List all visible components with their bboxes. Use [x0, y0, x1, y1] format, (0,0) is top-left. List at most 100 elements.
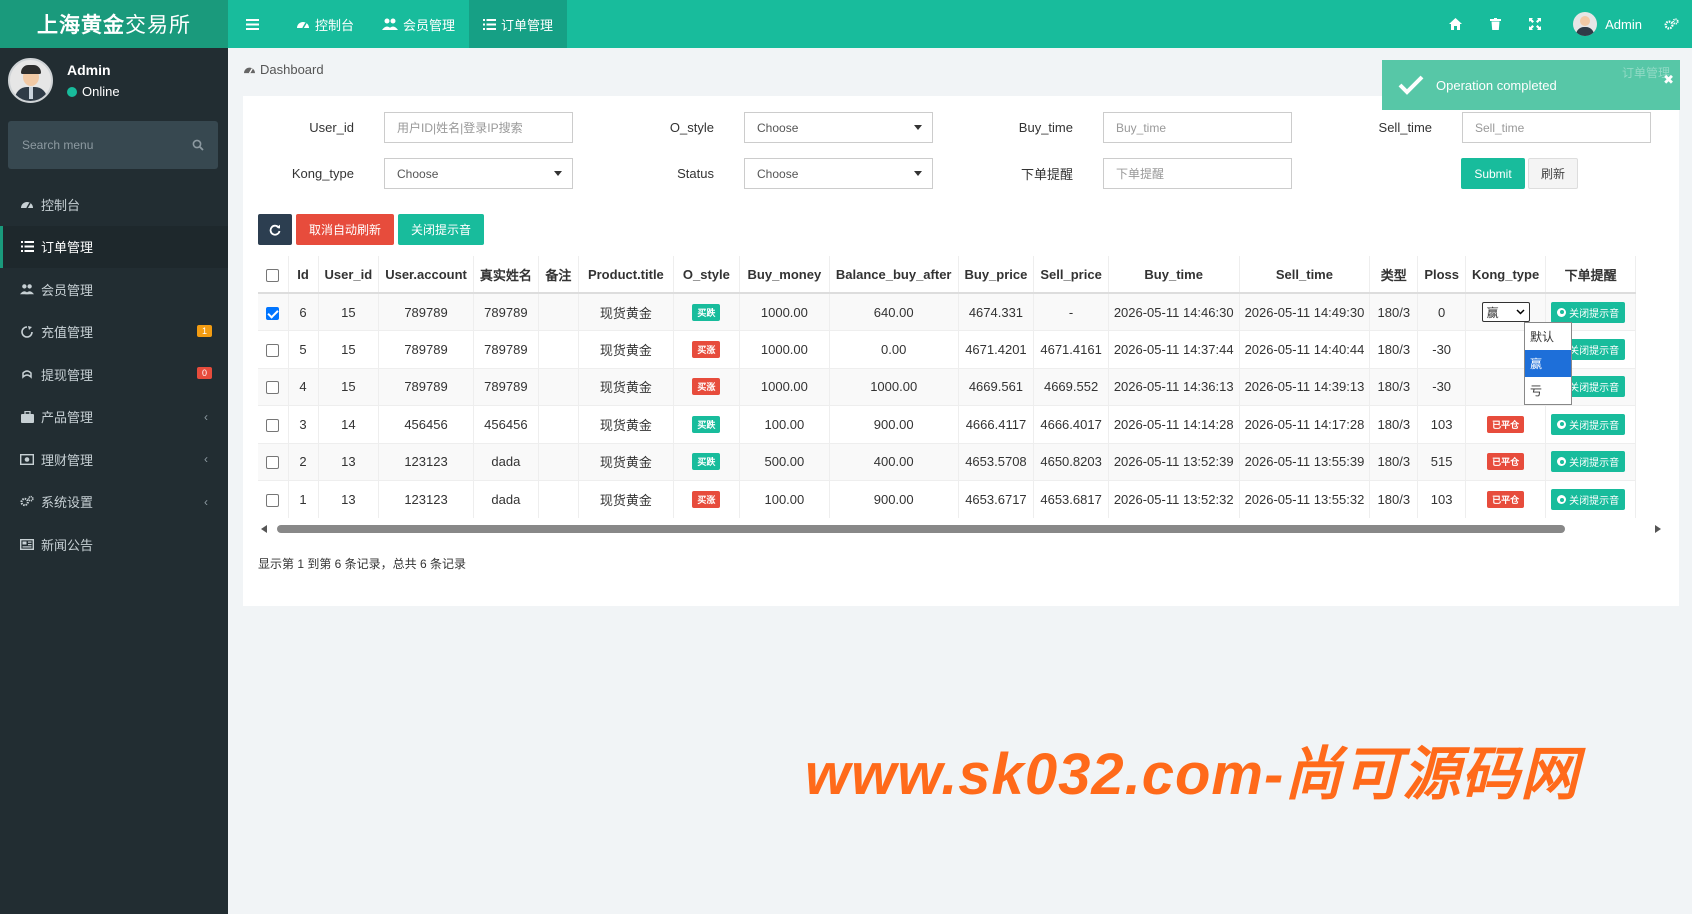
sidebar-item-3[interactable]: 充值管理 1	[0, 311, 228, 354]
search-menu-input[interactable]: Search menu	[8, 121, 218, 169]
row-checkbox[interactable]	[266, 306, 280, 320]
tab-dashboard[interactable]: 控制台	[282, 0, 368, 48]
briefcase-icon	[20, 410, 34, 424]
scrollbar-thumb[interactable]	[277, 525, 1565, 533]
dropdown-option[interactable]: 默认	[1525, 323, 1571, 350]
home-button[interactable]	[1435, 18, 1475, 30]
select-all-checkbox[interactable]	[266, 268, 280, 282]
cell-sell-price: -	[1033, 292, 1109, 331]
cell-buy-time: 2026-05-11 14:46:30	[1108, 292, 1240, 331]
breadcrumb-text[interactable]: Dashboard	[260, 62, 324, 77]
dropdown-option[interactable]: 赢	[1525, 350, 1571, 377]
column-header[interactable]: Balance_buy_after	[829, 256, 959, 294]
sidebar-item-5[interactable]: 产品管理 ‹	[0, 396, 228, 439]
sidebar-item-4[interactable]: 提现管理 0	[0, 353, 228, 396]
cell-kong-type: 已平仓	[1465, 442, 1547, 481]
table-row[interactable]: 1 13 123123 dada 现货黄金 买涨 100.00 900.00 4653.6717…	[258, 480, 1637, 518]
close-reminder-button[interactable]: 关闭提示音	[1551, 413, 1626, 435]
cell-ploss: -30	[1417, 330, 1466, 368]
row-checkbox[interactable]	[266, 343, 280, 357]
table-horizontal-scrollbar[interactable]	[257, 522, 1665, 536]
scroll-right-icon[interactable]	[1654, 525, 1661, 533]
settings-button[interactable]	[1656, 17, 1686, 31]
sell-time-input[interactable]: Sell_time	[1462, 112, 1651, 143]
cell-buy-price: 4666.4117	[958, 405, 1035, 443]
pagination-info: 显示第 1 到第 6 条记录，总共 6 条记录	[258, 557, 467, 571]
sidebar-item-label: 新闻公告	[41, 537, 94, 553]
search-icon[interactable]	[192, 139, 204, 151]
table-row[interactable]: 6 15 789789 789789 现货黄金 买跌 1000.00 640.00 4674.3…	[258, 292, 1637, 331]
tab-orders[interactable]: 订单管理	[469, 0, 568, 48]
column-header[interactable]: 真实姓名	[473, 256, 539, 294]
column-header[interactable]: Sell_price	[1033, 256, 1109, 294]
row-checkbox[interactable]	[266, 381, 280, 395]
close-sound-button[interactable]: 关闭提示音	[398, 214, 484, 245]
buy-time-input[interactable]: Buy_time	[1103, 112, 1292, 143]
column-header[interactable]: 备注	[538, 256, 579, 294]
cell-user-id: 15	[318, 330, 380, 368]
column-header[interactable]: Id	[288, 256, 319, 294]
tab-members[interactable]: 会员管理	[368, 0, 469, 48]
cell-sell-price: 4650.8203	[1033, 442, 1109, 481]
row-checkbox[interactable]	[266, 456, 280, 470]
closed-position-badge: 已平仓	[1487, 415, 1525, 433]
refresh-icon	[269, 224, 281, 236]
sidebar-item-label: 会员管理	[41, 282, 94, 298]
sidebar-item-8[interactable]: 新闻公告	[0, 523, 228, 566]
fullscreen-button[interactable]	[1515, 18, 1555, 30]
table-row[interactable]: 2 13 123123 dada 现货黄金 买跌 500.00 400.00 4653.5708…	[258, 442, 1637, 481]
sidebar-item-2[interactable]: 会员管理	[0, 268, 228, 311]
table-row[interactable]: 5 15 789789 789789 现货黄金 买涨 1000.00 0.00 4671.420…	[258, 330, 1637, 368]
sidebar-toggle-button[interactable]	[228, 0, 282, 48]
cell-sell-price: 4671.4161	[1033, 330, 1109, 368]
column-header[interactable]: O_style	[673, 256, 740, 294]
column-header[interactable]: Kong_type	[1465, 256, 1547, 294]
cell-account: 123123	[378, 480, 474, 518]
user-menu[interactable]: Admin	[1555, 12, 1656, 36]
o-style-select[interactable]: Choose	[744, 112, 933, 143]
cell-sell-price: 4669.552	[1033, 367, 1109, 406]
refresh-button[interactable]	[258, 214, 292, 245]
column-header[interactable]: User_id	[318, 256, 380, 294]
cell-o-style: 买涨	[673, 480, 740, 518]
sidebar-item-6[interactable]: 理财管理 ‹	[0, 438, 228, 481]
close-reminder-button[interactable]: 关闭提示音	[1551, 489, 1626, 510]
reminder-input[interactable]: 下单提醒	[1103, 158, 1292, 189]
sidebar-item-0[interactable]: 控制台	[0, 183, 228, 226]
column-header[interactable]: Sell_time	[1239, 256, 1371, 294]
close-icon[interactable]: ✖	[1663, 72, 1674, 88]
reset-button[interactable]: 刷新	[1528, 158, 1578, 189]
clear-cache-button[interactable]	[1475, 18, 1515, 30]
submit-button[interactable]: Submit	[1461, 158, 1525, 189]
kong-type-select[interactable]: Choose	[384, 158, 573, 189]
cell-name: 789789	[473, 330, 539, 368]
scroll-left-icon[interactable]	[261, 525, 268, 533]
row-checkbox[interactable]	[266, 418, 280, 432]
app-logo[interactable]: 上海黄金 交易所	[0, 0, 228, 48]
column-header[interactable]: Buy_time	[1108, 256, 1240, 294]
kong-type-row-select[interactable]: 赢	[1481, 302, 1530, 322]
sidebar-item-7[interactable]: 系统设置 ‹	[0, 481, 228, 524]
column-header[interactable]: Ploss	[1417, 256, 1466, 294]
cancel-auto-refresh-button[interactable]: 取消自动刷新	[296, 214, 394, 245]
orders-table-wrapper: Id User_id User.account 真实姓名 备注 Product.title…	[258, 256, 1666, 518]
column-header[interactable]: Buy_money	[739, 256, 830, 294]
user-id-input[interactable]: 用户ID|姓名|登录IP搜索	[384, 112, 573, 143]
row-checkbox[interactable]	[266, 494, 280, 508]
status-select[interactable]: Choose	[744, 158, 933, 189]
user-panel: Admin Online	[0, 48, 228, 113]
table-row[interactable]: 4 15 789789 789789 现货黄金 买涨 1000.00 1000.00 4669.…	[258, 367, 1637, 406]
column-header[interactable]: User.account	[378, 256, 474, 294]
column-header[interactable]: Product.title	[578, 256, 674, 294]
cell-o-style: 买跌	[673, 442, 740, 481]
column-header[interactable]: 下单提醒	[1545, 256, 1637, 294]
column-header[interactable]: Buy_price	[958, 256, 1035, 294]
dropdown-option[interactable]: 亏	[1525, 377, 1571, 404]
sidebar-item-1[interactable]: 订单管理	[0, 225, 228, 268]
close-reminder-button[interactable]: 关闭提示音	[1551, 451, 1626, 473]
breadcrumb: Dashboard	[243, 62, 324, 77]
sidebar-item-label: 产品管理	[41, 410, 94, 426]
close-reminder-button[interactable]: 关闭提示音	[1551, 301, 1626, 323]
table-row[interactable]: 3 14 456456 456456 现货黄金 买跌 100.00 900.00 4666.41…	[258, 405, 1637, 443]
column-header[interactable]: 类型	[1369, 256, 1419, 294]
